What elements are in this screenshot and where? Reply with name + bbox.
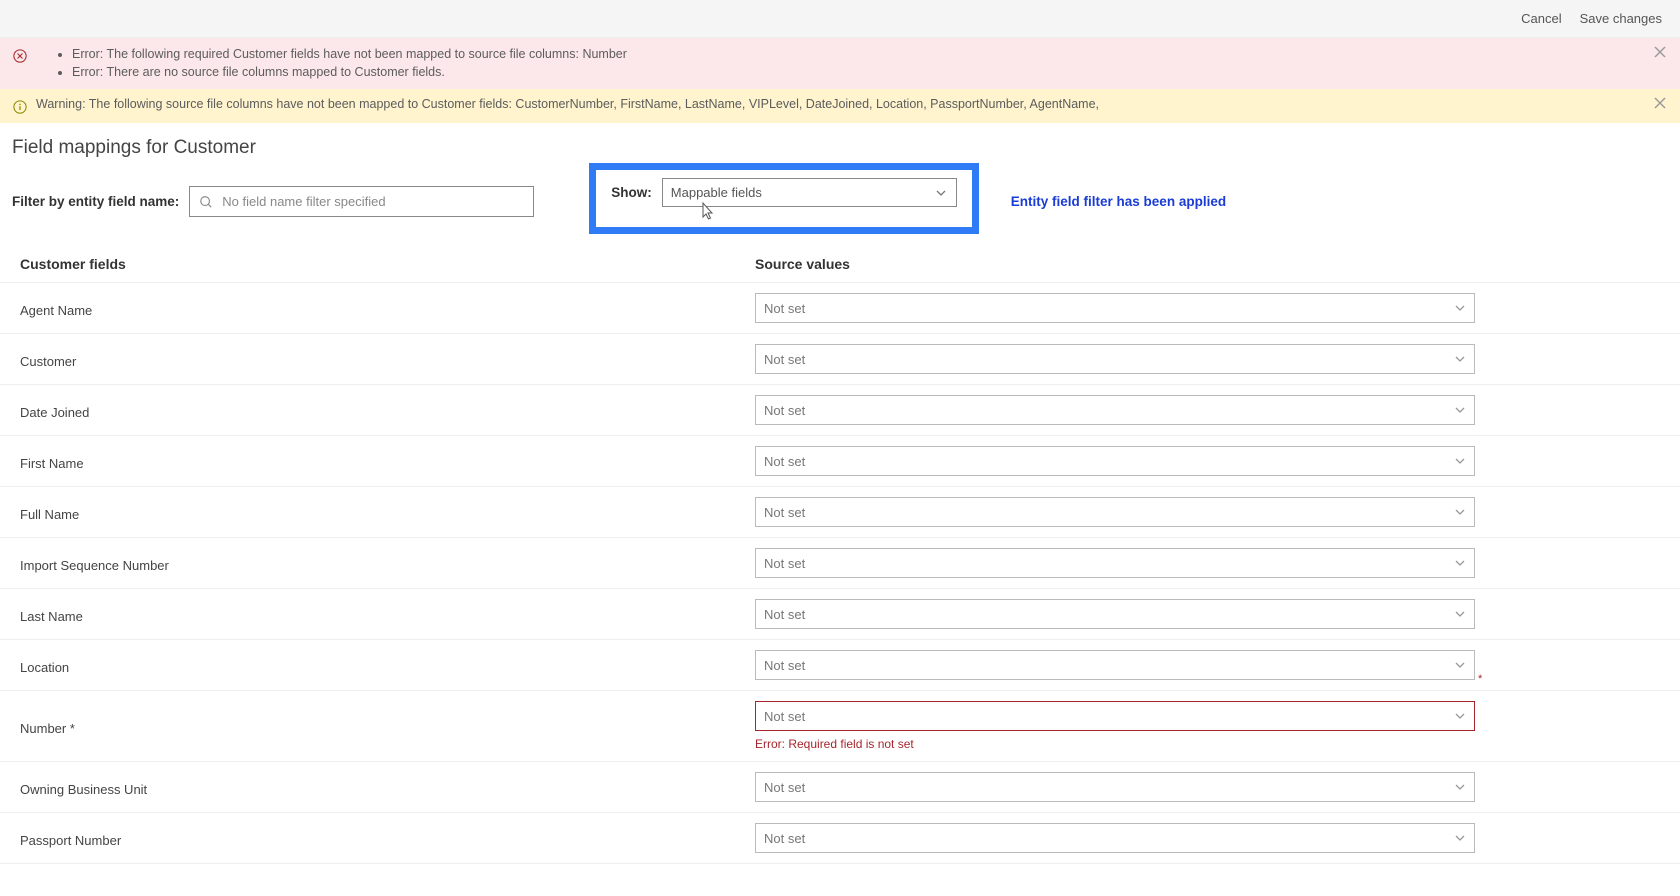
- field-label: Date Joined: [20, 401, 755, 420]
- source-value-dropdown[interactable]: Not set: [755, 344, 1475, 374]
- error-banner: Error: The following required Customer f…: [0, 38, 1680, 89]
- error-item: Error: The following required Customer f…: [72, 46, 627, 64]
- save-changes-button[interactable]: Save changes: [1580, 11, 1662, 26]
- field-label: Import Sequence Number: [20, 554, 755, 573]
- chevron-down-icon: [1455, 509, 1465, 515]
- info-icon: [12, 99, 28, 115]
- dropdown-value: Not set: [764, 831, 805, 846]
- mapping-row: Agent Name Not set: [0, 283, 1680, 334]
- cancel-button[interactable]: Cancel: [1521, 11, 1561, 26]
- source-value-dropdown[interactable]: Not set: [755, 446, 1475, 476]
- dropdown-value: Not set: [764, 454, 805, 469]
- source-value-dropdown[interactable]: Not set: [755, 395, 1475, 425]
- dropdown-value: Not set: [764, 607, 805, 622]
- dropdown-value: Not set: [764, 556, 805, 571]
- value-wrap: Not set: [755, 823, 1660, 853]
- field-label: First Name: [20, 452, 755, 471]
- value-wrap: Not set: [755, 446, 1660, 476]
- mapping-row: First Name Not set: [0, 436, 1680, 487]
- chevron-down-icon: [1455, 611, 1465, 617]
- error-icon: [12, 48, 28, 64]
- mapping-row: Passport Number Not set: [0, 813, 1680, 864]
- value-wrap: Not set: [755, 772, 1660, 802]
- source-value-dropdown[interactable]: Not set: [755, 293, 1475, 323]
- dropdown-value: Not set: [764, 301, 805, 316]
- show-dropdown[interactable]: Mappable fields: [662, 178, 957, 207]
- mapping-row: Location Not set: [0, 640, 1680, 691]
- close-icon[interactable]: [1654, 46, 1666, 58]
- value-wrap: Not set: [755, 497, 1660, 527]
- filter-status-message: Entity field filter has been applied: [1011, 194, 1226, 209]
- field-label: Owning Business Unit: [20, 778, 755, 797]
- highlight-box: Show: Mappable fields: [589, 163, 979, 234]
- source-value-dropdown[interactable]: Not set: [755, 548, 1475, 578]
- source-value-dropdown[interactable]: Not set: [755, 599, 1475, 629]
- chevron-down-icon: [1455, 662, 1465, 668]
- mapping-row: Last Name Not set: [0, 589, 1680, 640]
- field-label: Number *: [20, 717, 755, 736]
- search-icon: [199, 195, 213, 209]
- show-dropdown-value: Mappable fields: [671, 185, 762, 200]
- column-header-source-values: Source values: [755, 256, 1660, 272]
- mapping-row: Date Joined Not set: [0, 385, 1680, 436]
- field-label: Last Name: [20, 605, 755, 624]
- chevron-down-icon: [1455, 784, 1465, 790]
- mapping-row: Full Name Not set: [0, 487, 1680, 538]
- field-label: Location: [20, 656, 755, 675]
- search-wrap: [189, 186, 534, 217]
- field-label: Agent Name: [20, 299, 755, 318]
- error-item: Error: There are no source file columns …: [72, 64, 627, 82]
- source-value-dropdown[interactable]: Not set: [755, 650, 1475, 680]
- dropdown-value: Not set: [764, 709, 805, 724]
- field-label: Full Name: [20, 503, 755, 522]
- value-wrap: Not set: [755, 395, 1660, 425]
- field-label: Customer: [20, 350, 755, 369]
- show-label: Show:: [611, 185, 652, 200]
- value-wrap: Not set: [755, 599, 1660, 629]
- close-icon[interactable]: [1654, 97, 1666, 109]
- value-wrap: Not set*Error: Required field is not set: [755, 701, 1660, 751]
- mapping-row: Owning Business Unit Not set: [0, 762, 1680, 813]
- warning-banner: Warning: The following source file colum…: [0, 89, 1680, 123]
- chevron-down-icon: [1455, 458, 1465, 464]
- filter-label: Filter by entity field name:: [12, 194, 179, 209]
- chevron-down-icon: [936, 190, 946, 196]
- source-value-dropdown[interactable]: Not set: [755, 497, 1475, 527]
- value-wrap: Not set: [755, 344, 1660, 374]
- mapping-rows: Agent NameNot setCustomerNot setDate Joi…: [0, 283, 1680, 864]
- mapping-row: Import Sequence Number Not set: [0, 538, 1680, 589]
- chevron-down-icon: [1455, 560, 1465, 566]
- action-bar: Cancel Save changes: [0, 0, 1680, 38]
- error-list: Error: The following required Customer f…: [36, 46, 627, 81]
- chevron-down-icon: [1455, 713, 1465, 719]
- value-wrap: Not set: [755, 650, 1660, 680]
- chevron-down-icon: [1455, 407, 1465, 413]
- mapping-row: Customer Not set: [0, 334, 1680, 385]
- required-asterisk: *: [1478, 673, 1482, 685]
- dropdown-value: Not set: [764, 352, 805, 367]
- dropdown-value: Not set: [764, 403, 805, 418]
- chevron-down-icon: [1455, 356, 1465, 362]
- warning-text: Warning: The following source file colum…: [36, 97, 1099, 111]
- source-value-dropdown[interactable]: Not set: [755, 701, 1475, 731]
- dropdown-value: Not set: [764, 780, 805, 795]
- field-label: Passport Number: [20, 829, 755, 848]
- value-wrap: Not set: [755, 293, 1660, 323]
- field-error-text: Error: Required field is not set: [755, 737, 1660, 751]
- source-value-dropdown[interactable]: Not set: [755, 772, 1475, 802]
- chevron-down-icon: [1455, 305, 1465, 311]
- filter-input[interactable]: [189, 186, 534, 217]
- column-header-customer-fields: Customer fields: [20, 256, 755, 272]
- chevron-down-icon: [1455, 835, 1465, 841]
- filter-row: Filter by entity field name: Show: Mappa…: [0, 169, 1680, 252]
- dropdown-value: Not set: [764, 505, 805, 520]
- value-wrap: Not set: [755, 548, 1660, 578]
- mapping-row: Number *Not set*Error: Required field is…: [0, 691, 1680, 762]
- source-value-dropdown[interactable]: Not set: [755, 823, 1475, 853]
- dropdown-value: Not set: [764, 658, 805, 673]
- table-header: Customer fields Source values: [0, 252, 1680, 283]
